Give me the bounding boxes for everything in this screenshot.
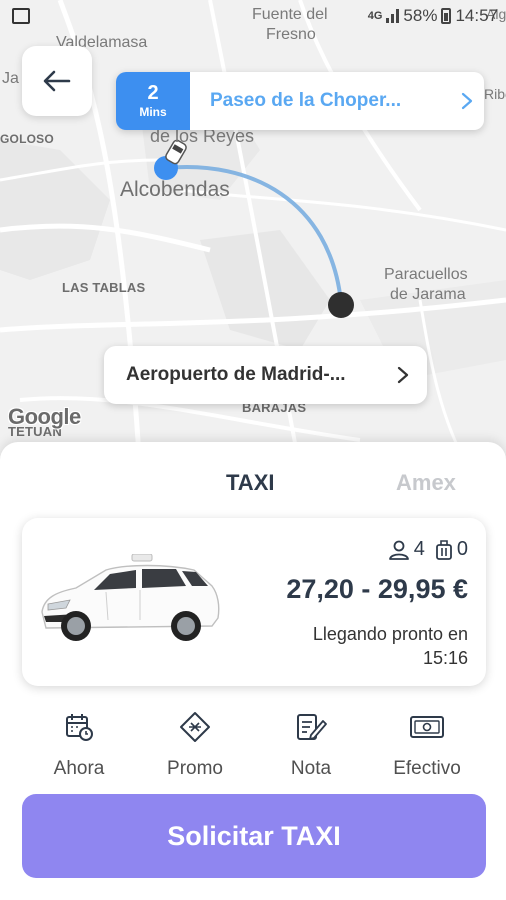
person-icon (388, 540, 409, 560)
battery-icon (441, 8, 452, 24)
taxi-car-image (41, 554, 220, 641)
option-cash-label: Efectivo (393, 758, 461, 779)
map-label: LAS TABLAS (62, 280, 146, 295)
map-label: Ribe (484, 86, 506, 102)
cash-icon (410, 716, 444, 738)
chevron-right-icon (379, 366, 427, 384)
bottom-sheet: TAXI Amex 4 0 27,20 - 29,95 € Llegando p… (0, 442, 506, 900)
origin-address: Aeropuerto de Madrid-... (126, 364, 346, 385)
google-logo: Google (8, 404, 81, 429)
arrival-time: Llegando pronto en 15:16 (312, 624, 468, 668)
status-right: 4G 58% 14:57 (368, 6, 498, 26)
back-button[interactable] (22, 46, 92, 116)
signal-icon (386, 9, 400, 23)
eta-unit: Mins (139, 105, 167, 119)
option-cash[interactable]: Efectivo (372, 710, 482, 780)
map-label: de Jarama (390, 286, 466, 303)
vehicle-card[interactable]: 4 0 27,20 - 29,95 € Llegando pronto en 1… (22, 518, 486, 686)
tab-amex[interactable]: Amex (396, 470, 456, 496)
network-type: 4G (367, 10, 383, 22)
map-label: Alcobendas (120, 178, 230, 201)
map-label: Ja (2, 70, 19, 87)
request-taxi-button[interactable]: Solicitar TAXI (22, 794, 486, 878)
option-note-label: Nota (290, 758, 332, 779)
option-note[interactable]: Nota (256, 710, 366, 780)
clock: 14:57 (455, 6, 498, 25)
destination-address: Paseo de la Choper... (210, 90, 402, 111)
eta-badge: 2 Mins (116, 72, 190, 130)
option-now[interactable]: Ahora (24, 710, 134, 780)
calendar-clock-icon (66, 714, 93, 741)
passenger-count: 4 (413, 538, 425, 560)
option-promo[interactable]: Promo (140, 710, 250, 780)
arrow-left-icon (43, 70, 71, 92)
status-bar: 4G 58% 14:57 (0, 0, 506, 36)
eta-value: 2 (147, 82, 159, 104)
destination-pill[interactable]: 2 Mins Paseo de la Choper... (116, 72, 484, 130)
pickup-marker (328, 292, 354, 318)
battery-percent: 58% (403, 6, 438, 25)
fare-estimate: 27,20 - 29,95 € (286, 574, 468, 604)
map-label: Paracuellos (384, 266, 468, 283)
promo-tag-icon (180, 712, 210, 742)
option-promo-label: Promo (167, 758, 223, 779)
luggage-count: 0 (456, 538, 468, 560)
image-notification-icon (12, 8, 30, 24)
origin-pill[interactable]: Aeropuerto de Madrid-... (104, 346, 427, 404)
note-pencil-icon (297, 714, 327, 740)
capacity-info: 4 0 (388, 538, 468, 561)
luggage-icon (435, 539, 452, 560)
map-label: GOLOSO (0, 132, 54, 146)
chevron-right-icon (450, 92, 484, 110)
tab-taxi[interactable]: TAXI (226, 470, 274, 496)
option-now-label: Ahora (53, 758, 105, 779)
